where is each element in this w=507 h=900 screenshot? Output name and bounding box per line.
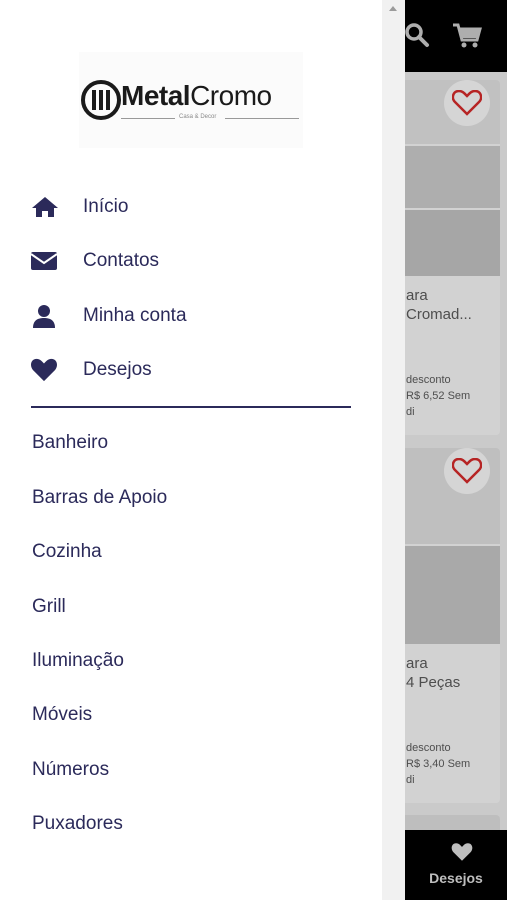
category-barras-de-apoio[interactable]: Barras de Apoio (32, 480, 352, 516)
logo-mark-icon (81, 80, 121, 120)
drawer-scrollbar[interactable] (382, 0, 405, 900)
logo-rule (121, 118, 175, 119)
menu-divider (31, 406, 351, 408)
logo-rule (225, 118, 299, 119)
category-banheiro[interactable]: Banheiro (32, 425, 352, 461)
nav-item-contatos[interactable]: Contatos (30, 241, 350, 281)
scroll-up-arrow-icon[interactable] (389, 6, 397, 11)
category-cozinha[interactable]: Cozinha (32, 534, 352, 570)
nav-label: Contatos (83, 250, 160, 271)
nav-item-minha-conta[interactable]: Minha conta (30, 296, 350, 336)
brand-name: MetalCromo (121, 80, 272, 111)
nav-label: Início (83, 196, 129, 217)
nav-label: Minha conta (83, 305, 187, 326)
heart-icon (30, 358, 64, 382)
nav-label: Desejos (83, 359, 152, 380)
side-drawer: MetalCromo Casa & Decor Início Contatos … (0, 0, 382, 900)
user-icon (30, 304, 64, 328)
nav-item-inicio[interactable]: Início (30, 187, 350, 227)
category-puxadores[interactable]: Puxadores (32, 806, 352, 842)
category-moveis[interactable]: Móveis (32, 697, 352, 733)
nav-item-desejos[interactable]: Desejos (30, 350, 350, 390)
brand-logo[interactable]: MetalCromo Casa & Decor (79, 52, 303, 148)
home-icon (30, 195, 64, 219)
category-numeros[interactable]: Números (32, 752, 352, 788)
category-grill[interactable]: Grill (32, 589, 352, 625)
category-iluminacao[interactable]: Iluminação (32, 643, 352, 679)
brand-tagline: Casa & Decor (179, 114, 217, 120)
envelope-icon (30, 249, 64, 273)
